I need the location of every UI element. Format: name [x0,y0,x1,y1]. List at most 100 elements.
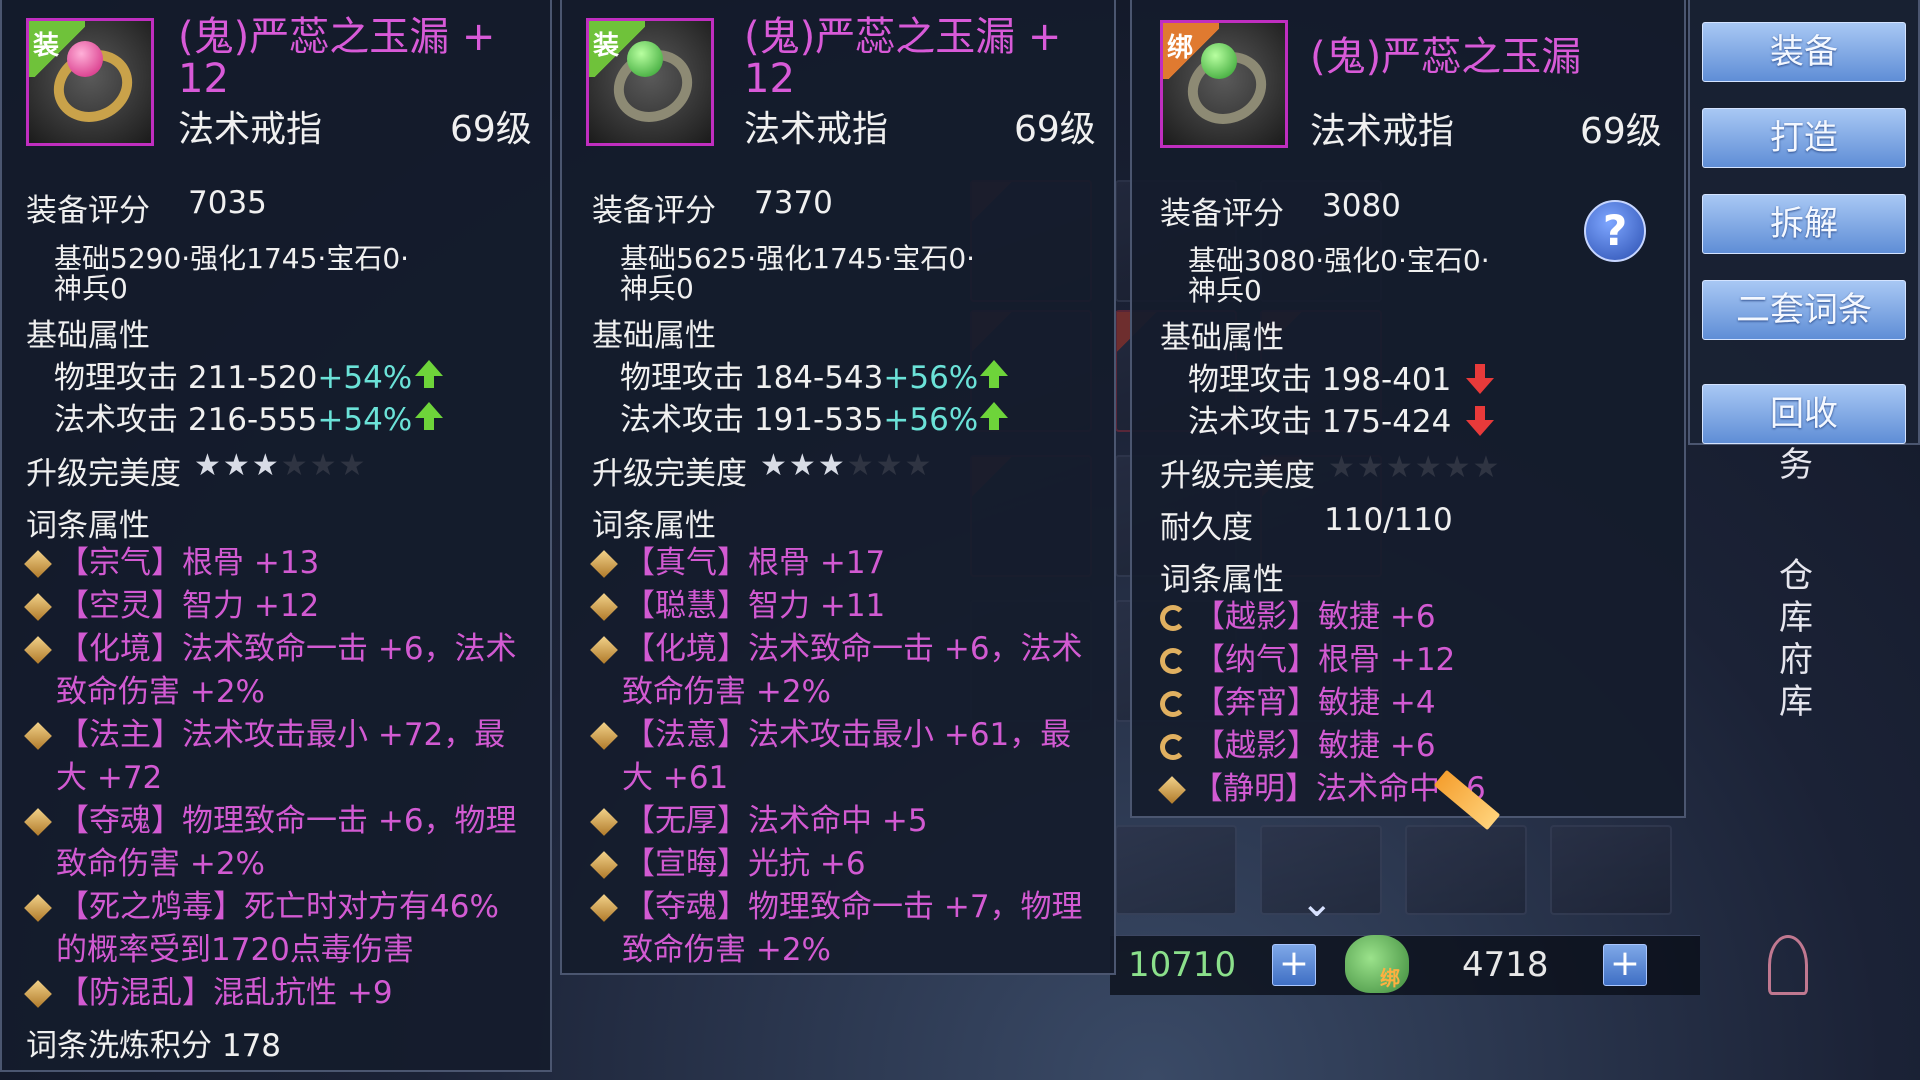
score-breakdown: 基础3080·强化0·宝石0· 神兵0 [1188,244,1490,307]
diamond-icon [24,593,52,621]
score-breakdown: 基础5290·强化1745·宝石0· 神兵0 [54,242,410,305]
score-value: 3080 [1322,188,1401,224]
item-level: 69级 [1014,109,1096,150]
base-attr-label: 基础属性 [26,318,150,354]
swirl-icon [1160,734,1186,760]
inventory-slot[interactable] [1115,825,1237,915]
affix-item: 【真气】根骨 +17 [590,542,1083,585]
affix-list: 【宗气】根骨 +13 【空灵】智力 +12 【化境】法术致命一击 +6，法术 致… [24,542,517,1015]
affix-item: 【无厚】法术命中 +5 [590,800,1083,843]
attr-magic-attack: 法术攻击 175-424 [1188,404,1452,440]
diamond-icon [24,980,52,1008]
attr-physical-attack: 物理攻击 184-543+56% [620,360,979,396]
affix-item: 【宣晦】光抗 +6 [590,843,1083,886]
attr-physical-attack: 物理攻击 198-401 [1188,362,1452,398]
diamond-icon [590,808,618,836]
diamond-icon [1158,776,1186,804]
base-attr-label: 基础属性 [1160,320,1284,356]
upgrade-label: 升级完美度 [1160,458,1315,494]
affix-label: 词条属性 [1160,562,1284,598]
forge-button[interactable]: 打造 [1702,108,1906,168]
star-filled-icon: ★ [222,448,252,483]
affix-item: 【法意】法术攻击最小 +61，最 [590,714,1083,757]
affix-item: 【夺魂】物理致命一击 +6，物理 [24,800,517,843]
item-name: (鬼)严蕊之玉漏 + 12 [178,14,496,102]
inventory-slot[interactable] [1550,825,1672,915]
affix-item: 【静明】法术命中+6 [1158,768,1486,811]
help-question-button[interactable]: ? [1584,200,1646,262]
upgrade-stars: ★★★★★★ [760,448,933,483]
score-label: 装备评分 [592,193,716,229]
attr-physical-attack: 物理攻击 211-520+54% [54,360,413,396]
affix-item: 【化境】法术致命一击 +6，法术 [24,628,517,671]
diamond-icon [590,894,618,922]
star-filled-icon: ★ [817,448,847,483]
swirl-icon [1160,605,1186,631]
star-filled-icon: ★ [760,448,789,483]
star-empty-icon: ★ [280,448,310,483]
side-menu: 装备 打造 拆解 二套词条 回收 务 仓 库 府 库 [1688,0,1920,1080]
diamond-icon [590,636,618,664]
score-breakdown: 基础5625·强化1745·宝石0· 神兵0 [620,242,976,305]
affix-list: 【真气】根骨 +17 【聪慧】智力 +11 【化境】法术致命一击 +6，法术 致… [590,542,1083,972]
item-type: 法术戒指 [744,109,889,150]
equip-button[interactable]: 装备 [1702,22,1906,82]
item-level: 69级 [1580,111,1662,152]
affix-item-continuation: 致命伤害 +2% [56,846,266,882]
affix-item: 【夺魂】物理致命一击 +7，物理 [590,886,1083,929]
diamond-icon [590,851,618,879]
equipped-tag: 装 [29,21,85,77]
affix-item-continuation: 致命伤害 +2% [622,674,832,710]
affix-item: 【纳气】根骨 +12 [1160,639,1486,682]
diamond-icon [24,808,52,836]
item-tooltip-equipped-2: 装 (鬼)严蕊之玉漏 + 12 法术戒指 69级 装备评分 7370 基础562… [560,0,1116,975]
currency-value-1: 10710 [1128,945,1237,985]
inventory-slot[interactable] [1405,825,1527,915]
diamond-icon [24,550,52,578]
affix-item: 【法主】法术攻击最小 +72，最 [24,714,517,757]
star-empty-icon: ★ [1414,450,1444,485]
bound-tag: 绑 [1380,966,1400,990]
bound-tag: 绑 [1163,23,1219,79]
affix-item-continuation: 的概率受到1720点毒伤害 [56,932,414,968]
item-level: 69级 [450,109,532,150]
durability-value: 110/110 [1324,502,1453,538]
diamond-icon [590,550,618,578]
durability-label: 耐久度 [1160,510,1253,546]
refine-points: 词条洗炼积分 178 [26,1028,282,1064]
stat-up-arrow-icon [980,360,1008,388]
star-empty-icon: ★ [338,448,368,483]
star-empty-icon: ★ [1356,450,1386,485]
side-tab-warehouse[interactable]: 仓 库 府 库 [1776,555,1816,723]
item-tooltip-inventory: 绑 (鬼)严蕊之玉漏 法术戒指 69级 ? 装备评分 3080 基础3080·强… [1130,0,1686,831]
equipped-tag: 装 [589,21,645,77]
add-currency-1-button[interactable]: + [1272,944,1316,986]
star-filled-icon: ★ [194,448,223,483]
recycle-button[interactable]: 回收 [1702,384,1906,444]
item-icon-ring: 绑 [1160,20,1288,148]
affix-item: 【空灵】智力 +12 [24,585,517,628]
upgrade-stars: ★★★★★★ [1328,450,1501,485]
score-value: 7035 [188,185,267,221]
star-empty-icon: ★ [1443,450,1473,485]
affix-label: 词条属性 [592,508,716,544]
add-currency-2-button[interactable]: + [1603,944,1647,986]
side-tab-task-fragment[interactable]: 务 [1776,444,1816,486]
dismantle-button[interactable]: 拆解 [1702,194,1906,254]
affix-item-continuation: 致命伤害 +2% [622,932,832,968]
diamond-icon [24,894,52,922]
item-tooltip-equipped-1: 装 (鬼)严蕊之玉漏 + 12 法术戒指 69级 装备评分 7035 基础529… [0,0,552,1072]
item-icon-ring: 装 [26,18,154,146]
second-affix-set-button[interactable]: 二套词条 [1702,280,1906,340]
swirl-icon [1160,691,1186,717]
item-name: (鬼)严蕊之玉漏 [1310,34,1582,80]
affix-list: 【越影】敏捷 +6 【纳气】根骨 +12 【奔宵】敏捷 +4 【越影】敏捷 +6… [1158,596,1486,811]
scroll-down-chevron-icon[interactable]: ⌄ [1300,880,1334,926]
diamond-icon [24,636,52,664]
affix-item-continuation: 致命伤害 +2% [56,674,266,710]
affix-item-continuation: 大 +72 [56,760,163,796]
stat-up-arrow-icon [415,360,443,388]
affix-item: 【防混乱】混乱抗性 +9 [24,972,517,1015]
star-filled-icon: ★ [251,448,281,483]
upgrade-label: 升级完美度 [26,456,181,492]
